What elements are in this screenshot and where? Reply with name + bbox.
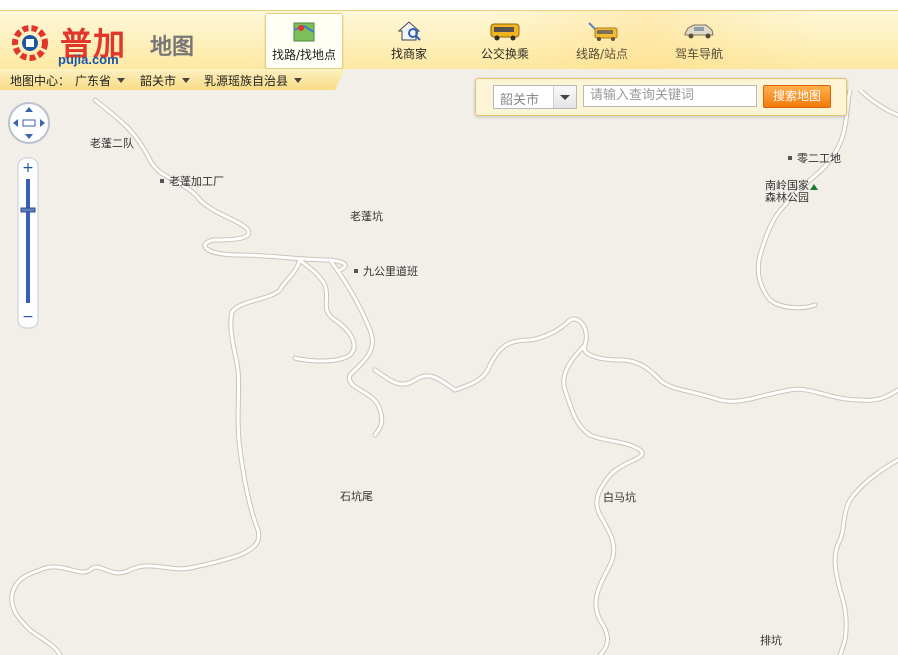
- logo-domain: pujia.com: [58, 52, 119, 67]
- pujia-logo-icon: [12, 25, 48, 61]
- map-poi-label: 老蓬加工厂: [169, 175, 224, 188]
- map-label[interactable]: 老蓬二队: [90, 135, 134, 151]
- province-value: 广东省: [75, 74, 112, 88]
- nav-find-business[interactable]: 找商家: [379, 13, 439, 67]
- bus-icon: [490, 23, 520, 41]
- nav-label: 线路/站点: [575, 47, 629, 61]
- chevron-down-icon: [182, 78, 191, 83]
- zoom-control[interactable]: + −: [17, 157, 39, 329]
- nav-drive-navigation[interactable]: 驾车导航: [669, 13, 729, 67]
- city-dropdown-button[interactable]: [553, 86, 576, 108]
- poi-marker-icon: [160, 179, 164, 183]
- pan-control[interactable]: [7, 101, 51, 145]
- header-bar: 普加 pujia.com 地图 找路/找地点 找商家 公交换乘 线路/站点 驾车…: [0, 10, 898, 69]
- map-label[interactable]: 排坑: [760, 632, 782, 648]
- map-label[interactable]: 白马坑: [603, 489, 636, 505]
- zoom-in-icon[interactable]: +: [22, 160, 34, 176]
- map-canvas[interactable]: [0, 90, 898, 655]
- city-select[interactable]: 韶关市: [140, 72, 191, 89]
- nav-label: 找商家: [390, 47, 427, 61]
- nav-label: 找路/找地点: [271, 48, 337, 62]
- poi-marker-icon: [354, 269, 358, 273]
- poi-marker-icon: [788, 156, 792, 160]
- chevron-down-icon: [294, 78, 303, 83]
- map-label[interactable]: 老蓬坑: [350, 208, 383, 224]
- map-folder-icon: [293, 22, 315, 42]
- nav-find-route[interactable]: 找路/找地点: [265, 13, 343, 69]
- map-poi-label: 九公里道班: [363, 265, 418, 278]
- reset-view-icon[interactable]: [22, 119, 36, 127]
- browser-top-strip: [0, 0, 898, 10]
- county-select[interactable]: 乳源瑶族自治县: [204, 72, 303, 89]
- county-value: 乳源瑶族自治县: [204, 74, 289, 88]
- map-poi[interactable]: 老蓬加工厂: [160, 173, 224, 189]
- map-poi[interactable]: 九公里道班: [354, 263, 418, 279]
- nav-label: 公交换乘: [480, 47, 529, 61]
- zoom-slider-handle[interactable]: [20, 207, 36, 213]
- logo[interactable]: 普加 pujia.com 地图: [10, 21, 210, 67]
- nav-label: 驾车导航: [674, 47, 723, 61]
- province-select[interactable]: 广东省: [75, 72, 126, 89]
- map-center-bar: 地图中心： 广东省 韶关市 乳源瑶族自治县: [0, 69, 345, 91]
- search-input[interactable]: 请输入查询关键词: [583, 85, 757, 107]
- zoom-out-icon[interactable]: −: [22, 309, 34, 325]
- nav-line-station[interactable]: 线路/站点: [570, 13, 634, 67]
- map-label[interactable]: 石坑尾: [340, 488, 373, 504]
- nav-bus-transfer[interactable]: 公交换乘: [475, 13, 535, 67]
- map-poi-label: 零二工地: [797, 152, 841, 165]
- house-search-icon: [397, 21, 421, 41]
- bus-route-icon: [588, 22, 618, 41]
- map-center-label: 地图中心：: [10, 74, 71, 88]
- car-icon: [684, 24, 714, 39]
- search-city-select[interactable]: 韶关市: [493, 85, 577, 109]
- city-value: 韶关市: [140, 74, 177, 88]
- zoom-slider-track[interactable]: [26, 179, 30, 303]
- chevron-down-icon: [117, 78, 126, 83]
- chevron-down-icon: [560, 95, 570, 100]
- search-map-button[interactable]: 搜索地图: [763, 85, 831, 108]
- logo-subtitle: 地图: [150, 35, 195, 60]
- map-search-panel: 韶关市 请输入查询关键词 搜索地图: [475, 78, 847, 116]
- map-poi[interactable]: 零二工地: [788, 150, 841, 166]
- search-city-value: 韶关市: [500, 93, 540, 108]
- map-label[interactable]: 森林公园: [765, 189, 809, 205]
